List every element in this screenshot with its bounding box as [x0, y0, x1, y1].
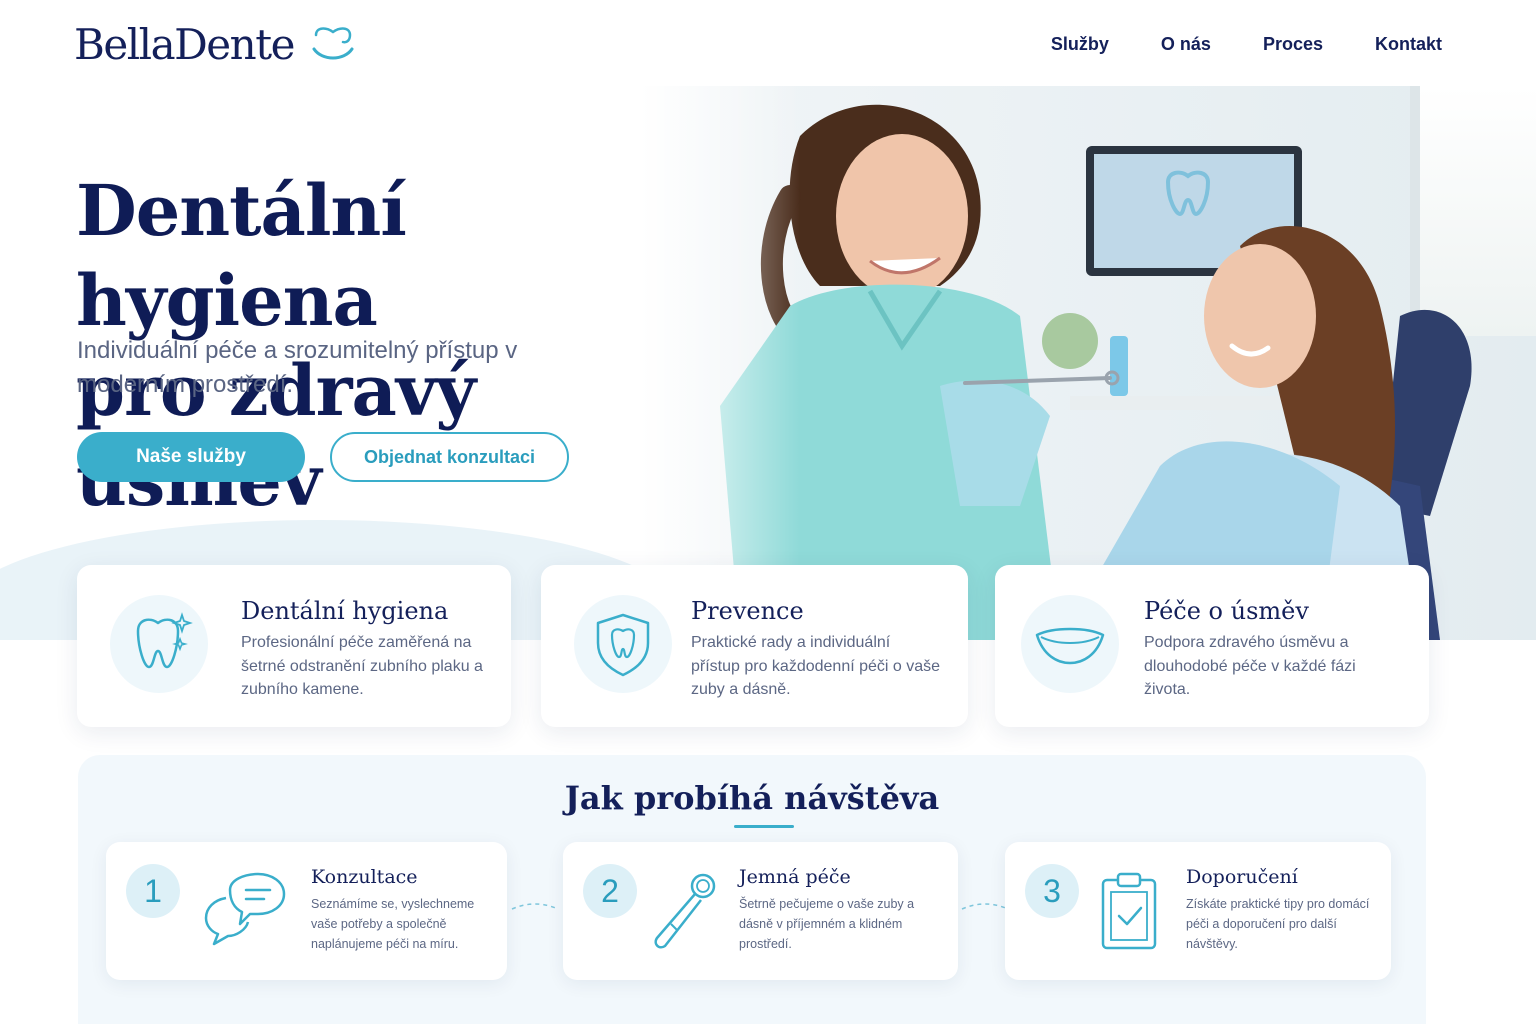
feature-card-prevention[interactable]: Prevence Praktické rady a individuální p…	[541, 565, 968, 727]
process-section: Jak probíhá návštěva 1 Konzultace Seznám…	[78, 755, 1426, 1024]
shield-tooth-icon	[596, 613, 650, 677]
nav-link-proces[interactable]: Proces	[1263, 34, 1323, 55]
feature-title: Péče o úsměv	[1144, 597, 1309, 625]
logo-text: BellaDente	[74, 20, 295, 69]
title-underline	[734, 825, 794, 828]
smile-icon	[1035, 627, 1105, 665]
step-text: Šetrně pečujeme o vaše zuby a dásně v př…	[739, 897, 915, 951]
step-connector	[961, 903, 1009, 910]
tooth-sparkle-icon	[136, 612, 193, 669]
step-title: Jemná péče	[739, 866, 851, 888]
feature-card-hygiene[interactable]: Dentální hygiena Profesionální péče zamě…	[77, 565, 511, 727]
nav-link-kontakt[interactable]: Kontakt	[1375, 34, 1442, 55]
process-title: Jak probíhá návštěva	[564, 779, 940, 817]
process-step-1[interactable]: 1 Konzultace Seznámíme se, vyslechneme v…	[106, 842, 507, 980]
step-number: 3	[1025, 864, 1079, 918]
nav-link-sluzby[interactable]: Služby	[1051, 34, 1109, 55]
clipboard-check-icon	[1101, 872, 1157, 950]
hero-title-line-1: Dentální hygiena	[76, 169, 407, 342]
step-text: Seznámíme se, vyslechneme vaše potřeby a…	[311, 897, 475, 951]
process-step-3[interactable]: 3 Doporučení Získáte praktické tipy pro …	[1005, 842, 1391, 980]
logo[interactable]: BellaDente	[74, 20, 356, 69]
feature-text: Profesionální péče zaměřená na šetrné od…	[241, 634, 483, 698]
feature-title: Dentální hygiena	[241, 597, 449, 625]
book-consultation-button[interactable]: Objednat konzultaci	[330, 432, 569, 482]
site-header: BellaDente Služby O nás Proces Kontakt	[0, 0, 1536, 86]
hero-subtitle: Individuální péče a srozumitelný přístup…	[77, 337, 518, 398]
step-title: Konzultace	[311, 866, 418, 888]
main-nav: Služby O nás Proces Kontakt	[1051, 34, 1442, 55]
our-services-button[interactable]: Naše služby	[77, 432, 305, 482]
hero-section: Dentální hygiena pro zdravý úsměv Indivi…	[0, 86, 1536, 640]
step-connector	[511, 903, 559, 910]
step-number: 1	[126, 864, 180, 918]
feature-card-smile[interactable]: Péče o úsměv Podpora zdravého úsměvu a d…	[995, 565, 1429, 727]
process-step-2[interactable]: 2 Jemná péče Šetrně pečujeme o vaše zuby…	[563, 842, 958, 980]
step-number: 2	[583, 864, 637, 918]
tooth-smile-logo-icon	[312, 26, 354, 59]
feature-title: Prevence	[691, 597, 804, 625]
feature-text: Podpora zdravého úsměvu a dlouhodobé péč…	[1144, 634, 1356, 698]
step-title: Doporučení	[1186, 866, 1298, 888]
dental-mirror-icon	[654, 873, 716, 949]
feature-text: Praktické rady a individuální přístup pr…	[691, 634, 941, 698]
chat-bubbles-icon	[204, 872, 286, 946]
step-text: Získáte praktické tipy pro domácí péči a…	[1186, 897, 1370, 951]
nav-link-o-nas[interactable]: O nás	[1161, 34, 1211, 55]
